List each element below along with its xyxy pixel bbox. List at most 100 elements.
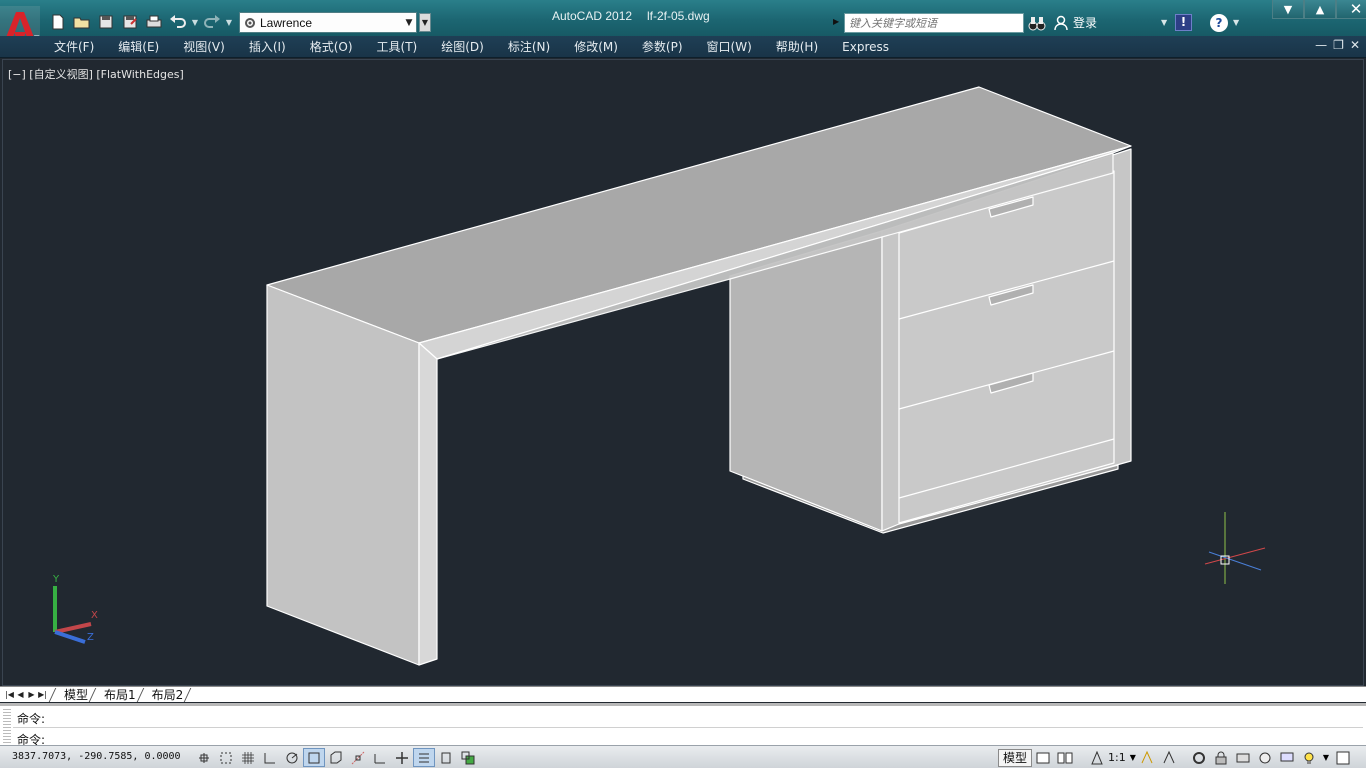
ucs-x-label: X <box>91 610 98 621</box>
doc-close-button[interactable]: ✕ <box>1350 38 1360 52</box>
saveas-icon[interactable] <box>118 11 142 33</box>
workspace-switch-icon[interactable] <box>1188 748 1210 767</box>
menu-draw[interactable]: 绘图(D) <box>429 38 496 55</box>
tab-layout1[interactable]: 布局1 <box>100 688 142 702</box>
menu-dimension[interactable]: 标注(N) <box>496 38 562 55</box>
model-space-toggle[interactable]: 模型 <box>998 748 1033 767</box>
search-expand-icon[interactable]: ▶ <box>833 17 842 26</box>
ucs-icon: Y X Z <box>52 574 98 644</box>
hardware-acceleration-icon[interactable] <box>1232 748 1254 767</box>
redo-icon[interactable] <box>200 11 224 33</box>
binoculars-icon[interactable] <box>1028 14 1046 32</box>
dynamic-ucs-icon[interactable] <box>369 748 391 767</box>
plot-icon[interactable] <box>142 11 166 33</box>
lineweight-icon[interactable] <box>413 748 435 767</box>
quick-view-icon[interactable] <box>1054 748 1076 767</box>
annotation-visibility-icon[interactable] <box>1136 748 1158 767</box>
workspace-label: Lawrence <box>260 15 313 30</box>
cabinet-side-face <box>729 230 883 532</box>
lock-icon[interactable] <box>1210 748 1232 767</box>
left-leg-front-edge <box>418 342 438 666</box>
object-snap-icon[interactable] <box>303 748 325 767</box>
snap-mode-icon[interactable] <box>215 748 237 767</box>
auto-scale-icon[interactable] <box>1158 748 1180 767</box>
command-grip[interactable] <box>3 709 11 743</box>
user-icon <box>1054 15 1068 30</box>
menu-insert[interactable]: 插入(I) <box>237 38 298 55</box>
document-controls: — ❐ ✕ <box>1315 38 1360 52</box>
menu-parametric[interactable]: 参数(P) <box>630 38 695 55</box>
menu-file[interactable]: 文件(F) <box>42 38 106 55</box>
undo-dropdown-icon[interactable]: ▼ <box>190 11 200 33</box>
status-tray: 模型 1:1 ▼ ▼ <box>998 748 1354 767</box>
open-icon[interactable] <box>70 11 94 33</box>
customize-qat-button[interactable]: ▼ <box>419 13 431 32</box>
search-input[interactable] <box>845 14 1023 32</box>
search-box[interactable] <box>844 13 1024 33</box>
layout-icon[interactable] <box>1032 748 1054 767</box>
viewport-label[interactable]: [−] [自定义视图] [FlatWithEdges] <box>8 66 184 82</box>
new-icon[interactable] <box>46 11 70 33</box>
polar-tracking-icon[interactable] <box>281 748 303 767</box>
lightbulb-icon[interactable] <box>1298 748 1320 767</box>
quick-access-toolbar: ▼ ▼ <box>46 11 234 33</box>
chevron-down-icon[interactable]: ▼ <box>1323 753 1329 762</box>
menu-help[interactable]: 帮助(H) <box>764 38 830 55</box>
drafting-tools <box>193 748 479 767</box>
undo-icon[interactable] <box>166 11 190 33</box>
3d-object-snap-icon[interactable] <box>325 748 347 767</box>
menu-view[interactable]: 视图(V) <box>171 38 237 55</box>
autocad-window: ▼ ▼ ▼ <box>0 0 1366 768</box>
status-bar: 3837.7073, -290.7585, 0.0000 模型 1:1 ▼ ▼ <box>0 745 1366 768</box>
doc-restore-button[interactable]: ❐ <box>1333 38 1344 52</box>
dynamic-input-icon[interactable] <box>391 748 413 767</box>
workspace-selector[interactable]: Lawrence ▼ <box>239 12 417 33</box>
restore-button[interactable]: ▲ <box>1304 0 1336 19</box>
object-snap-tracking-icon[interactable] <box>347 748 369 767</box>
last-tab-icon[interactable]: ▶| <box>37 688 48 702</box>
grid-display-icon[interactable] <box>237 748 259 767</box>
gear-icon <box>245 17 255 28</box>
app-title: AutoCAD 2012 <box>552 9 633 23</box>
ortho-mode-icon[interactable] <box>259 748 281 767</box>
prev-tab-icon[interactable]: ◀ <box>15 688 26 702</box>
annotation-scale[interactable]: 1:1 <box>1108 751 1126 764</box>
menu-window[interactable]: 窗口(W) <box>695 38 764 55</box>
annotation-scale-icon[interactable] <box>1090 750 1104 765</box>
menu-modify[interactable]: 修改(M) <box>562 38 630 55</box>
clean-screen-icon[interactable] <box>1332 748 1354 767</box>
drawing-viewport[interactable]: [−] [自定义视图] [FlatWithEdges] Y X Z <box>2 59 1364 686</box>
selection-cycling-icon[interactable] <box>457 748 479 767</box>
coordinate-display[interactable]: 3837.7073, -290.7585, 0.0000 <box>12 751 181 762</box>
infer-constraints-icon[interactable] <box>193 748 215 767</box>
display-icon[interactable] <box>1276 748 1298 767</box>
minimize-button[interactable]: ▼ <box>1272 0 1304 19</box>
first-tab-icon[interactable]: |◀ <box>4 688 15 702</box>
menu-edit[interactable]: 编辑(E) <box>106 38 171 55</box>
chevron-down-icon[interactable]: ▼ <box>1233 18 1239 27</box>
desk-3d-model <box>266 86 1132 666</box>
login-button[interactable]: 登录 <box>1053 14 1097 31</box>
chevron-down-icon[interactable]: ▼ <box>1161 18 1167 27</box>
transparency-icon[interactable] <box>435 748 457 767</box>
login-label: 登录 <box>1073 16 1098 30</box>
redo-dropdown-icon[interactable]: ▼ <box>224 11 234 33</box>
menu-bar: 文件(F) 编辑(E) 视图(V) 插入(I) 格式(O) 工具(T) 绘图(D… <box>0 36 1366 58</box>
ucs-y-label: Y <box>52 574 60 585</box>
title-bar: ▼ ▼ ▼ <box>0 0 1366 44</box>
exchange-apps-icon[interactable]: ! <box>1175 14 1192 31</box>
tab-layout2[interactable]: 布局2 <box>148 688 190 702</box>
doc-minimize-button[interactable]: — <box>1315 38 1327 52</box>
chevron-down-icon: ▼ <box>405 17 413 28</box>
menu-format[interactable]: 格式(O) <box>298 38 365 55</box>
isolate-objects-icon[interactable] <box>1254 748 1276 767</box>
file-title: lf-2f-05.dwg <box>647 9 710 23</box>
menu-express[interactable]: Express <box>830 40 901 54</box>
next-tab-icon[interactable]: ▶ <box>26 688 37 702</box>
close-button[interactable]: ✕ <box>1336 0 1366 19</box>
help-icon[interactable]: ? <box>1210 14 1228 32</box>
menu-tools[interactable]: 工具(T) <box>365 38 430 55</box>
ucs-z-label: Z <box>87 632 94 643</box>
save-icon[interactable] <box>94 11 118 33</box>
crosshair-cursor <box>1204 512 1266 584</box>
